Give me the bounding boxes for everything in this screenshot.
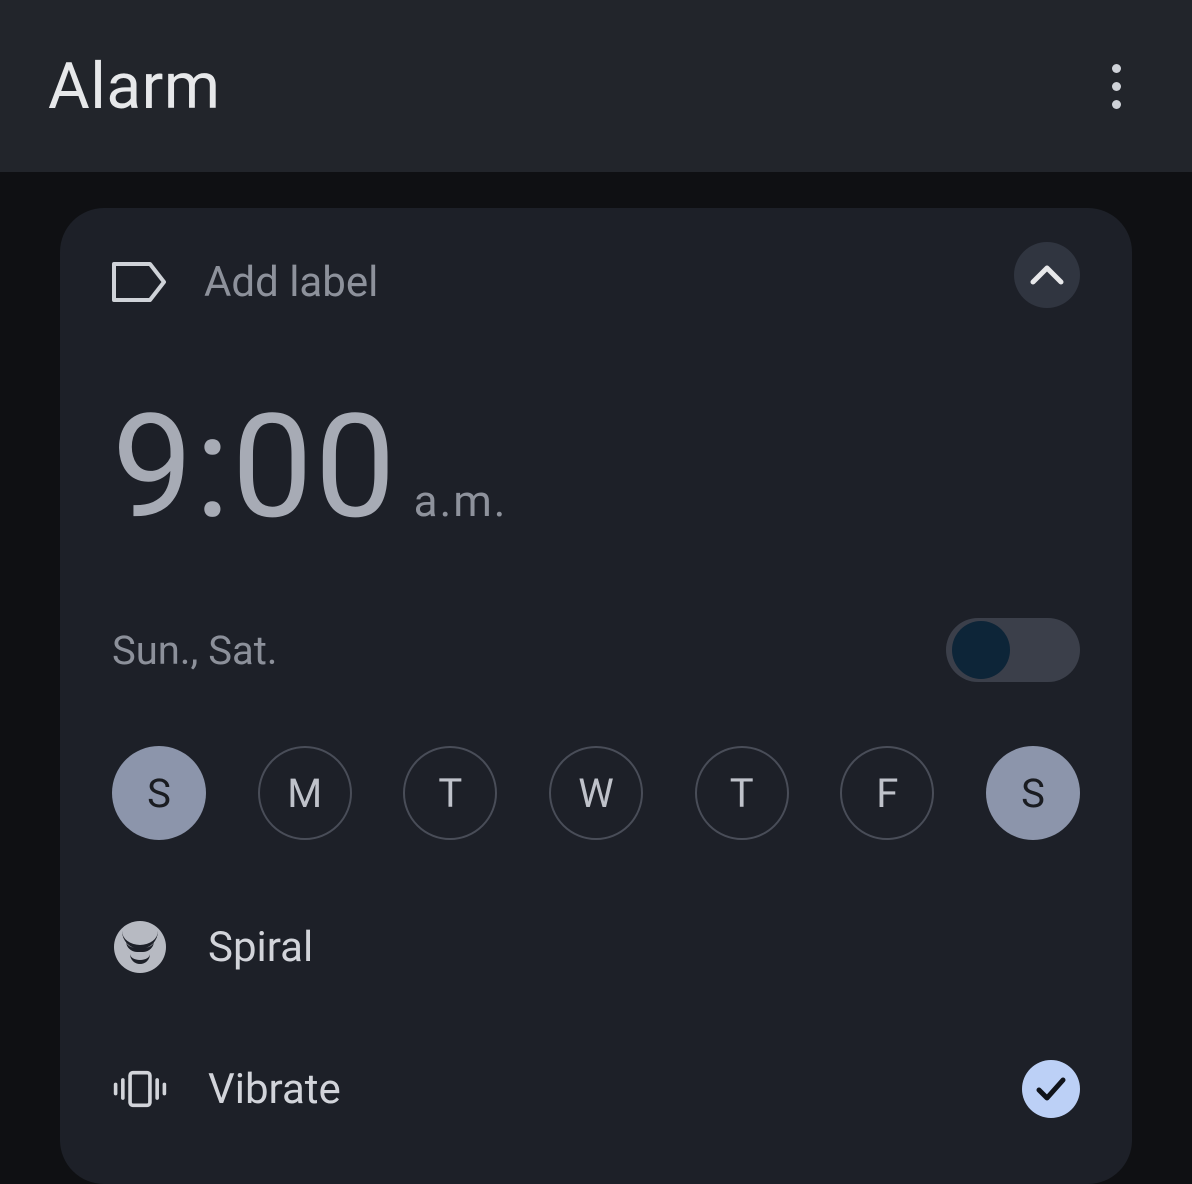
schedule-summary: Sun., Sat. [112,627,277,674]
day-chip-sat[interactable]: S [986,746,1080,840]
more-vert-icon [1112,64,1121,109]
vibrate-label: Vibrate [208,1065,341,1114]
app-bar: Alarm [0,0,1192,172]
alarm-sound-row[interactable]: Spiral [112,912,1080,982]
alarm-enable-toggle[interactable] [946,618,1080,682]
chevron-up-icon [1030,264,1064,286]
alarm-card: Add label 9:00 a.m. Sun., Sat. S M T W [60,208,1132,1184]
day-chip-mon[interactable]: M [258,746,352,840]
toggle-knob [952,621,1010,679]
vibrate-row[interactable]: Vibrate [112,1054,1080,1124]
time-value: 9:00 [112,396,398,540]
check-icon [1035,1076,1067,1102]
collapse-button[interactable] [1014,242,1080,308]
weekday-selector: S M T W T F S [112,746,1080,840]
label-outline-icon [112,260,168,304]
day-chip-thu[interactable]: T [695,746,789,840]
alarm-sound-name: Spiral [208,923,313,972]
day-chip-wed[interactable]: W [549,746,643,840]
day-chip-sun[interactable]: S [112,746,206,840]
time-ampm: a.m. [414,475,508,527]
spotify-icon [112,919,168,975]
vibrate-icon [112,1061,168,1117]
label-placeholder: Add label [204,258,378,307]
day-chip-tue[interactable]: T [403,746,497,840]
vibrate-checkbox[interactable] [1022,1060,1080,1118]
day-chip-fri[interactable]: F [840,746,934,840]
page-title: Alarm [48,49,220,124]
overflow-menu-button[interactable] [1088,58,1144,114]
schedule-row: Sun., Sat. [112,618,1080,682]
alarm-time[interactable]: 9:00 a.m. [112,396,1080,540]
label-row[interactable]: Add label [112,246,1080,318]
content-area: Add label 9:00 a.m. Sun., Sat. S M T W [0,172,1192,1184]
